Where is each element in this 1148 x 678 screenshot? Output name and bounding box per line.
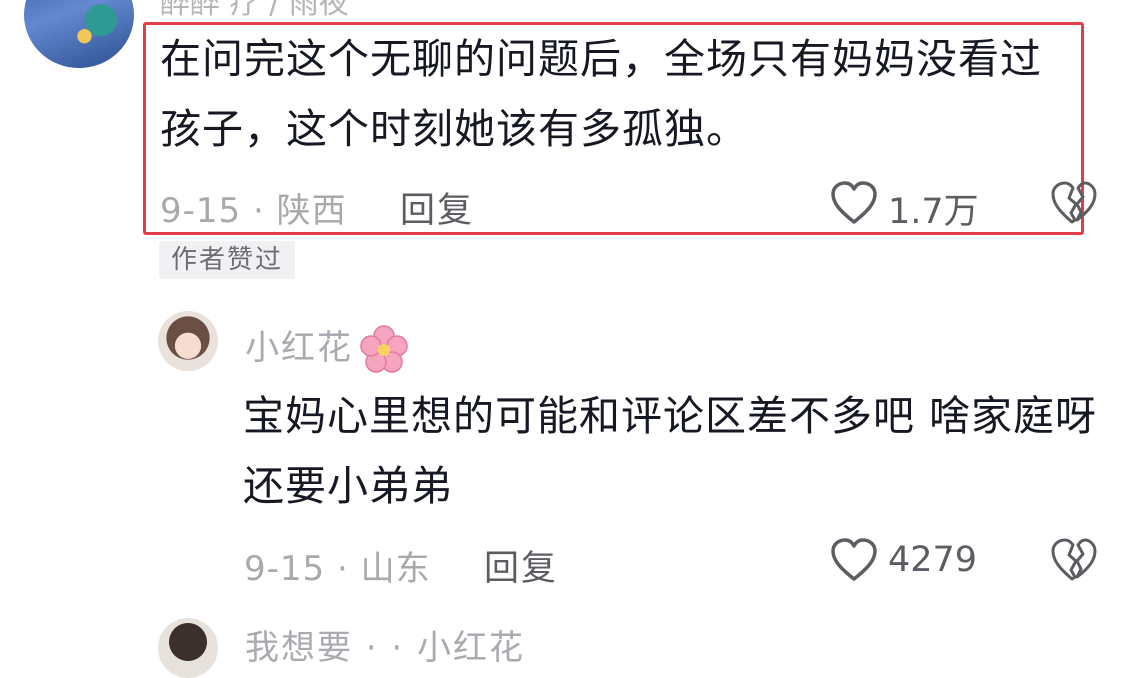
reply-button[interactable]: 回复: [484, 540, 558, 591]
avatar[interactable]: [24, 0, 134, 68]
heart-outline-icon[interactable]: [830, 537, 878, 583]
username[interactable]: 小红花: [245, 320, 409, 375]
comment-date-location: 9-15 · 山东: [244, 549, 431, 589]
comment-date-location: 9-15 · 陕西: [160, 191, 347, 231]
comment-text: 在问完这个无聊的问题后，全场只有妈妈没看过孩子，这个时刻她该有多孤独。: [160, 35, 1042, 153]
username-next-partial[interactable]: 我想要 · · 小红花: [245, 620, 525, 669]
avatar[interactable]: [158, 311, 218, 371]
comment-text: 宝妈心里想的可能和评论区差不多吧 啥家庭呀 还要小弟弟: [243, 392, 1098, 510]
broken-heart-icon[interactable]: [1050, 537, 1098, 583]
like-count: 4279: [888, 540, 978, 580]
username-top-partial[interactable]: 醉醉 疗 / 雨夜: [160, 0, 349, 22]
broken-heart-icon[interactable]: [1050, 180, 1098, 226]
like-count: 1.7万: [888, 192, 979, 232]
reply-button[interactable]: 回复: [400, 182, 474, 233]
author-liked-badge: 作者赞过: [159, 241, 296, 279]
cherry-blossom-emoji: [359, 324, 409, 375]
username-text[interactable]: 小红花: [245, 328, 353, 368]
avatar[interactable]: [158, 618, 218, 678]
heart-outline-icon[interactable]: [830, 180, 878, 226]
